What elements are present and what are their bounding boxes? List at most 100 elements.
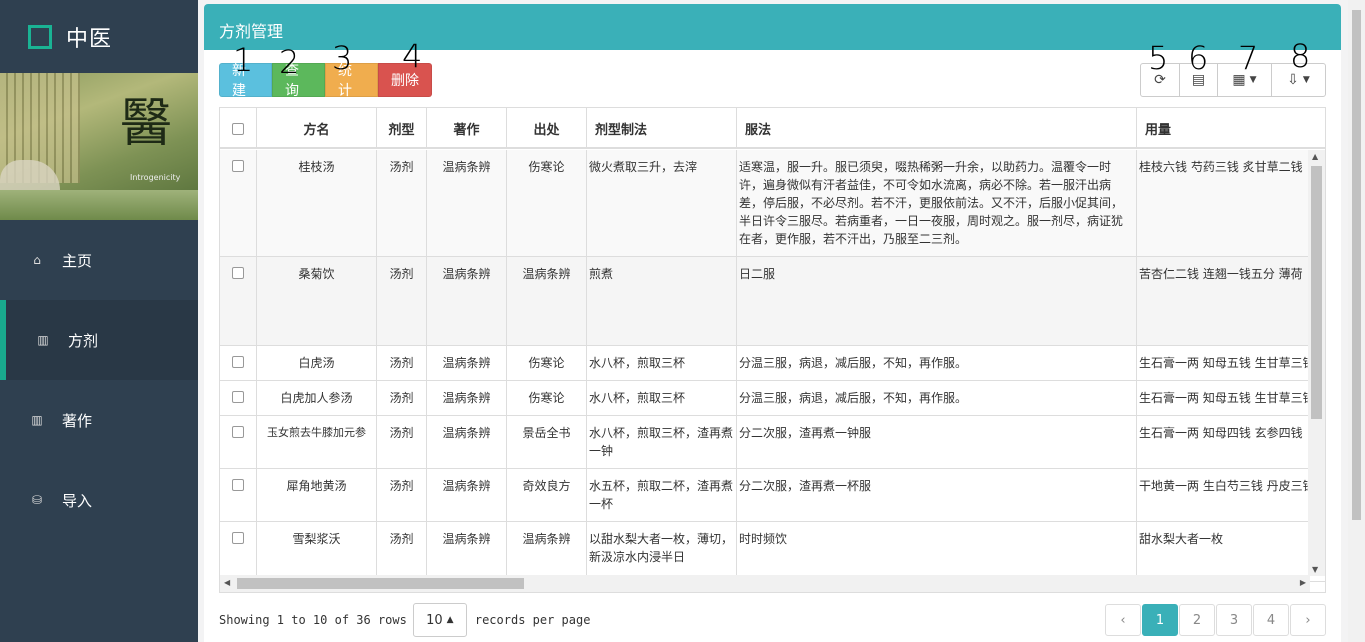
table-vertical-scroll-thumb[interactable]	[1311, 166, 1322, 419]
cell-dosage: 干地黄一两 生白芍三钱 丹皮三钱	[1139, 479, 1315, 493]
select-all-cell	[220, 108, 257, 149]
pagination: ‹ 1 2 3 4 ›	[1104, 604, 1326, 636]
table-row[interactable]: 桂枝汤 汤剂 温病条辨 伤寒论 微火煮取三升，去滓 适寒温，服一升。服已须臾，啜…	[220, 150, 1325, 257]
window-scrollbar[interactable]	[1348, 0, 1365, 642]
cell-source: 奇效良方	[507, 469, 587, 521]
window-scroll-thumb[interactable]	[1352, 10, 1361, 520]
sidebar-item-formulas[interactable]: ▥ 方剂	[0, 300, 198, 380]
table-horizontal-scrollbar[interactable]: ◀ ▶	[220, 575, 1310, 592]
column-header-usage[interactable]: 服法	[737, 108, 1137, 149]
annotation-8: 8	[1290, 37, 1311, 75]
table-row[interactable]: 玉女煎去牛膝加元参 汤剂 温病条辨 景岳全书 水八杯，煎取三杯，渣再煮一钟 分二…	[220, 416, 1325, 469]
cell-work: 温病条辨	[427, 346, 507, 380]
sidebar-item-label: 方剂	[68, 331, 99, 350]
scroll-right-icon[interactable]: ▶	[1300, 578, 1306, 587]
column-header-source[interactable]: 出处	[507, 108, 587, 149]
cell-preparation: 微火煮取三升，去滓	[587, 150, 737, 256]
page-prev-button[interactable]: ‹	[1105, 604, 1141, 636]
cell-type: 汤剂	[377, 416, 427, 468]
table-horizontal-scroll-thumb[interactable]	[237, 578, 524, 589]
column-header-work[interactable]: 著作	[427, 108, 507, 149]
table-row[interactable]: 犀角地黄汤 汤剂 温病条辨 奇效良方 水五杯，煎取二杯，渣再煮一杯 分二次服，渣…	[220, 469, 1325, 522]
table-vertical-scrollbar[interactable]: ▲ ▼	[1308, 150, 1325, 576]
page-2-button[interactable]: 2	[1179, 604, 1215, 636]
row-checkbox[interactable]	[232, 532, 244, 544]
annotation-2: 2	[279, 43, 300, 81]
column-header-dosage[interactable]: 用量	[1137, 108, 1325, 149]
table-header: 方名 剂型 著作 出处 剂型制法 服法 用量	[220, 108, 1325, 149]
table-row[interactable]: 桑菊饮 汤剂 温病条辨 温病条辨 煎煮 日二服 苦杏仁二钱 连翘一钱五分 薄荷	[220, 257, 1325, 346]
cell-type: 汤剂	[377, 381, 427, 415]
cell-type: 汤剂	[377, 150, 427, 256]
sidebar-item-home[interactable]: ⌂ 主页	[0, 220, 198, 300]
page-size-select[interactable]: 10 ▲	[412, 603, 467, 637]
sidebar-item-works[interactable]: ▥ 著作	[0, 380, 198, 460]
annotation-3: 3	[332, 39, 353, 77]
page-next-button[interactable]: ›	[1290, 604, 1326, 636]
cell-source: 景岳全书	[507, 416, 587, 468]
cell-usage: 分二次服，渣再煮一杯服	[737, 469, 1137, 521]
cell-name: 桑菊饮	[257, 257, 377, 345]
table-row[interactable]: 白虎汤 汤剂 温病条辨 伤寒论 水八杯，煎取三杯 分温三服，病退，减后服，不知，…	[220, 346, 1325, 381]
scroll-up-icon[interactable]: ▲	[1312, 152, 1318, 161]
cell-dosage: 生石膏一两 知母五钱 生甘草三钱	[1139, 356, 1315, 370]
cell-name: 白虎汤	[257, 346, 377, 380]
column-header-type[interactable]: 剂型	[377, 108, 427, 149]
row-select-cell	[220, 381, 257, 415]
table-row[interactable]: 雪梨浆沃 汤剂 温病条辨 温病条辨 以甜水梨大者一枚，薄切，新汲凉水内浸半日 时…	[220, 522, 1325, 582]
cell-usage: 适寒温，服一升。服已须臾，啜热稀粥一升余，以助药力。温覆令一时许，遍身微似有汗者…	[737, 150, 1137, 256]
row-checkbox[interactable]	[232, 426, 244, 438]
brand[interactable]: 中医	[0, 0, 198, 73]
column-header-preparation[interactable]: 剂型制法	[587, 108, 737, 149]
cell-type: 汤剂	[377, 522, 427, 581]
page-size-value: 10	[426, 612, 443, 628]
table-row[interactable]: 白虎加人参汤 汤剂 温病条辨 伤寒论 水八杯，煎取三杯 分温三服，病退，减后服，…	[220, 381, 1325, 416]
row-checkbox[interactable]	[232, 391, 244, 403]
annotation-7: 7	[1238, 39, 1259, 77]
cell-work: 温病条辨	[427, 522, 507, 581]
cell-work: 温病条辨	[427, 469, 507, 521]
page-1-button[interactable]: 1	[1142, 604, 1178, 636]
annotation-4: 4	[402, 37, 423, 75]
cell-source: 伤寒论	[507, 150, 587, 256]
annotation-6: 6	[1188, 39, 1209, 77]
cell-preparation: 水八杯，煎取三杯	[587, 381, 737, 415]
cell-name: 玉女煎去牛膝加元参	[257, 416, 377, 468]
cell-dosage: 生石膏一两 知母五钱 生甘草三钱	[1139, 391, 1315, 405]
home-icon: ⌂	[33, 253, 41, 267]
banner-glyph: 醫	[120, 94, 173, 154]
cell-source: 伤寒论	[507, 381, 587, 415]
brand-title: 中医	[66, 26, 113, 52]
caret-up-icon: ▲	[446, 615, 454, 625]
scroll-left-icon[interactable]: ◀	[224, 578, 230, 587]
sidebar-item-label: 主页	[62, 251, 93, 270]
cell-preparation: 以甜水梨大者一枚，薄切，新汲凉水内浸半日	[587, 522, 737, 581]
select-all-checkbox[interactable]	[232, 122, 244, 135]
annotation-5: 5	[1148, 39, 1169, 77]
row-checkbox[interactable]	[232, 356, 244, 368]
row-checkbox[interactable]	[232, 267, 244, 279]
column-header-name[interactable]: 方名	[257, 108, 377, 149]
cell-usage: 分温三服，病退，减后服，不知，再作服。	[737, 381, 1137, 415]
row-checkbox[interactable]	[232, 479, 244, 491]
cell-source: 伤寒论	[507, 346, 587, 380]
row-select-cell	[220, 257, 257, 345]
row-checkbox[interactable]	[232, 160, 244, 172]
brand-logo-icon	[28, 24, 52, 49]
cell-source: 温病条辨	[507, 522, 587, 581]
annotation-1: 1	[233, 41, 254, 79]
sidebar-item-label: 导入	[62, 491, 93, 510]
sidebar-item-import[interactable]: ⛁ 导入	[0, 460, 198, 540]
cell-dosage: 桂枝六钱 芍药三钱 炙甘草二钱	[1139, 160, 1303, 174]
cell-type: 汤剂	[377, 257, 427, 345]
sidebar-item-label: 著作	[62, 411, 93, 430]
bar-chart-icon: ▥	[37, 333, 49, 347]
page-3-button[interactable]: 3	[1216, 604, 1252, 636]
cell-usage: 时时频饮	[737, 522, 1137, 581]
cell-preparation: 水五杯，煎取二杯，渣再煮一杯	[587, 469, 737, 521]
pagination-info: Showing 1 to 10 of 36 rows 10 ▲ records …	[219, 603, 590, 637]
database-icon: ⛁	[31, 493, 43, 507]
cell-usage: 日二服	[737, 257, 1137, 345]
scroll-down-icon[interactable]: ▼	[1312, 565, 1318, 574]
page-4-button[interactable]: 4	[1253, 604, 1289, 636]
